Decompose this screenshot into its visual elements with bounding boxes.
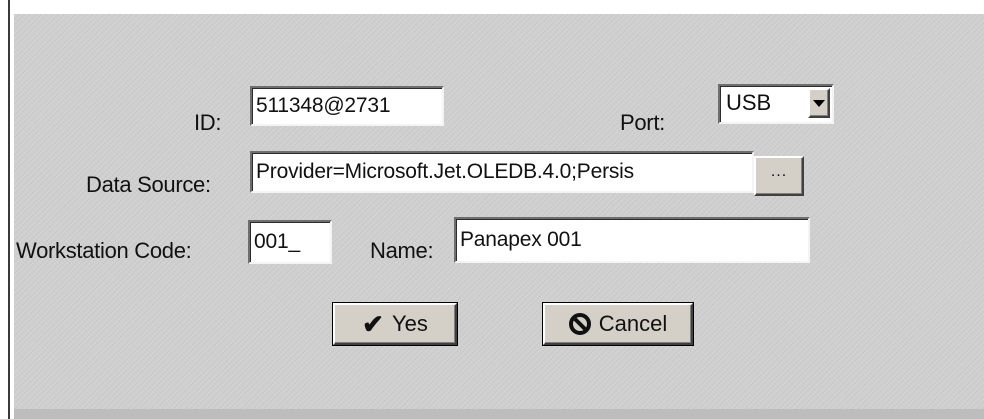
id-label: ID: <box>194 110 222 135</box>
datasource-field[interactable] <box>250 151 754 193</box>
connection-settings-dialog: ID: Port: USB Data Source: ... Workstati… <box>14 14 984 419</box>
id-input[interactable] <box>252 88 442 124</box>
id-field[interactable] <box>250 86 444 126</box>
workstation-code-field[interactable] <box>248 220 332 264</box>
port-dropdown-button[interactable] <box>808 88 830 118</box>
name-input[interactable] <box>456 219 808 261</box>
dialog-bottom-edge <box>14 409 984 419</box>
cancel-button-face[interactable]: Cancel <box>543 303 693 345</box>
port-select[interactable]: USB <box>718 84 834 124</box>
window-left-border <box>8 0 10 419</box>
port-selected-value: USB <box>726 90 772 115</box>
chevron-down-icon <box>813 99 825 107</box>
checkmark-icon: ✔ <box>362 309 384 339</box>
cancel-button[interactable]: Cancel <box>542 302 694 346</box>
yes-button[interactable]: ✔ Yes <box>332 302 458 346</box>
prohibited-icon <box>568 313 591 335</box>
window-top-margin <box>0 0 984 10</box>
datasource-label: Data Source: <box>86 172 211 197</box>
yes-button-label: Yes <box>391 311 428 336</box>
yes-button-face[interactable]: ✔ Yes <box>333 303 457 345</box>
datasource-input[interactable] <box>252 153 752 191</box>
window-left-margin <box>0 0 12 419</box>
workstation-code-label: Workstation Code: <box>16 238 192 263</box>
browse-button[interactable]: ... <box>754 156 804 196</box>
port-label: Port: <box>620 110 665 135</box>
workstation-code-input[interactable] <box>250 222 330 262</box>
name-field[interactable] <box>454 217 810 263</box>
cancel-button-label: Cancel <box>598 311 668 336</box>
name-label: Name: <box>370 238 434 263</box>
